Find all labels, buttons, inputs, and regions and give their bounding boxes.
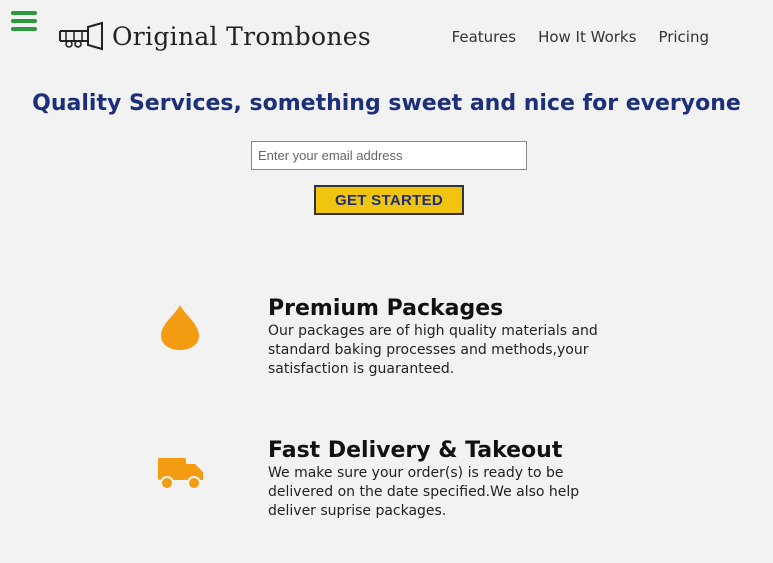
nav-pricing[interactable]: Pricing xyxy=(658,28,709,46)
fire-icon xyxy=(161,305,199,350)
brand-logo[interactable]: Original Trombones xyxy=(58,18,371,54)
truck-icon xyxy=(158,458,203,490)
feature-text: We make sure your order(s) is ready to b… xyxy=(268,465,580,519)
nav-features[interactable]: Features xyxy=(452,28,517,46)
get-started-button[interactable]: GET STARTED xyxy=(314,185,464,215)
trombone-logo-icon xyxy=(59,21,103,51)
email-input[interactable] xyxy=(251,141,527,170)
hero-title: Quality Services, something sweet and ni… xyxy=(32,91,741,116)
feature-title: Fast Delivery & Takeout xyxy=(268,438,563,463)
brand-name: Original Trombones xyxy=(112,21,371,51)
nav-how-it-works[interactable]: How It Works xyxy=(538,28,636,46)
hamburger-menu-icon[interactable] xyxy=(11,11,37,31)
top-nav: Features How It Works Pricing xyxy=(452,28,709,46)
feature-title: Premium Packages xyxy=(268,296,504,321)
feature-text: Our packages are of high quality materia… xyxy=(268,323,598,377)
